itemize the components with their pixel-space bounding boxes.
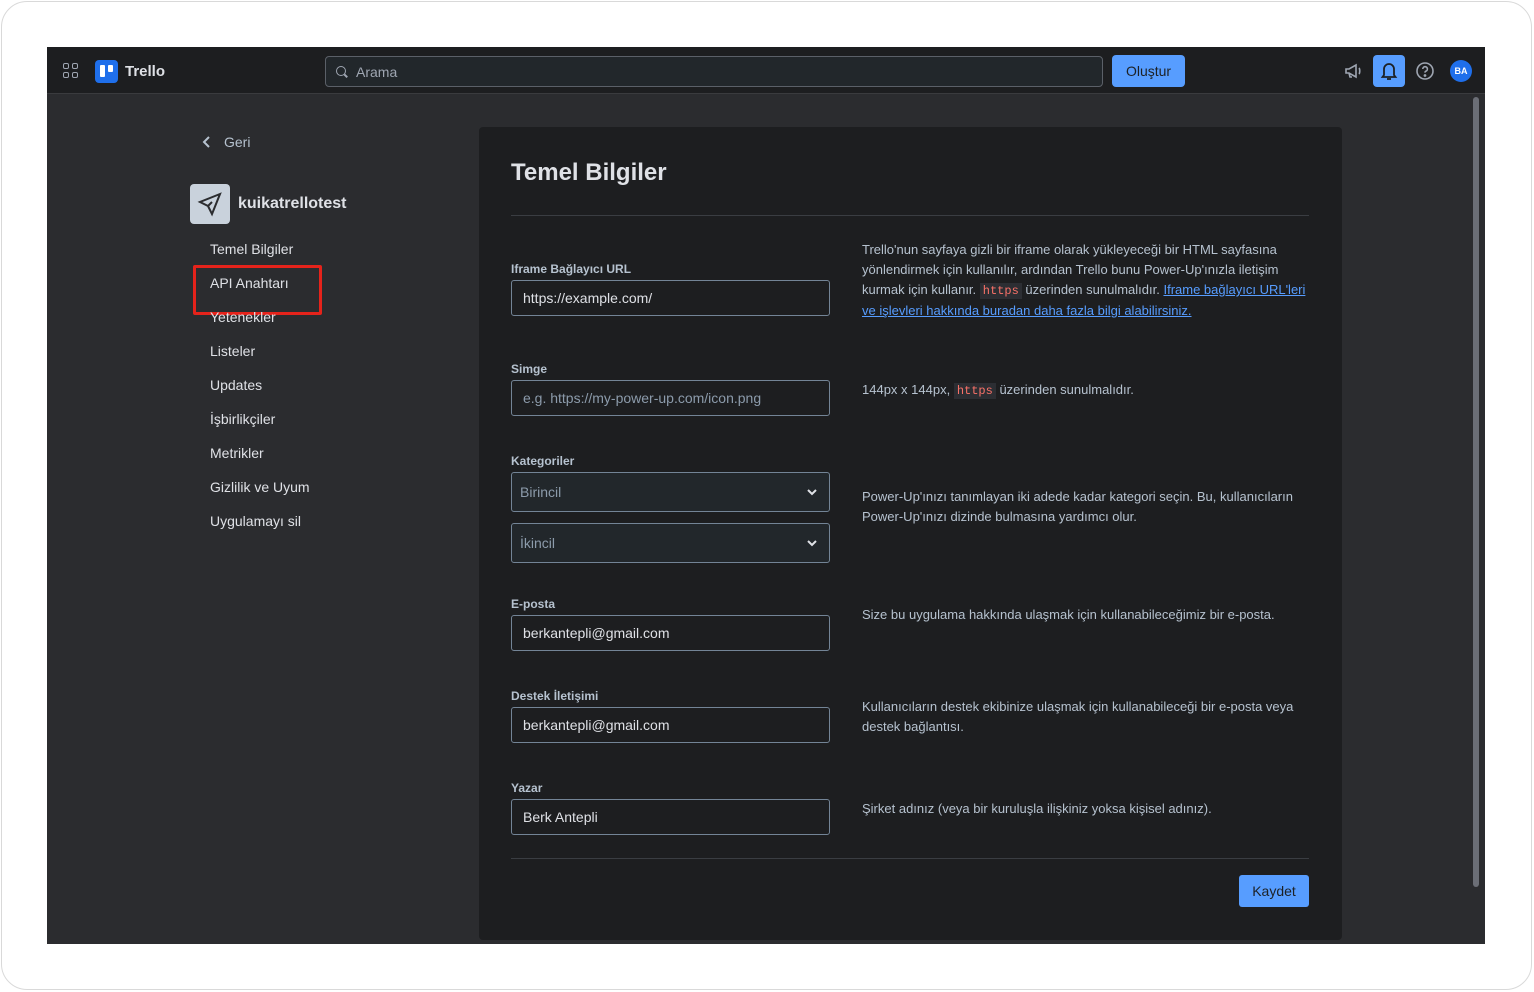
iframe-url-field[interactable] <box>511 280 830 316</box>
trello-app: Trello Oluştur BA Geri <box>47 47 1485 944</box>
sidebar-nav: Temel Bilgiler API Anahtarı Yetenekler L… <box>194 232 314 538</box>
back-label: Geri <box>224 134 251 150</box>
secondary-category-select[interactable]: İkincil <box>511 523 830 563</box>
iframe-url-help: Trello'nun sayfaya gizli bir iframe olar… <box>862 240 1312 321</box>
app-header: kuikatrellotest <box>190 184 346 224</box>
rocket-icon <box>190 184 230 224</box>
email-help: Size bu uygulama hakkında ulaşmak için k… <box>862 607 1275 622</box>
icon-help-code: https <box>953 383 996 399</box>
author-help: Şirket adınız (veya bir kuruluşla ilişki… <box>862 801 1212 816</box>
author-label: Yazar <box>511 781 543 795</box>
logo-text: Trello <box>125 62 166 80</box>
support-contact-label: Destek İletişimi <box>511 689 599 703</box>
email-field[interactable] <box>511 615 830 651</box>
save-button[interactable]: Kaydet <box>1239 875 1309 907</box>
chevron-down-icon <box>807 489 817 496</box>
author-field[interactable] <box>511 799 830 835</box>
search-box[interactable] <box>325 56 1103 87</box>
notifications-button[interactable] <box>1373 55 1405 87</box>
app-name: kuikatrellotest <box>238 195 347 212</box>
search-input[interactable] <box>356 63 1056 80</box>
sidebar-item-privacy[interactable]: Gizlilik ve Uyum <box>194 470 314 504</box>
avatar[interactable]: BA <box>1450 60 1472 82</box>
help-icon[interactable] <box>1413 59 1437 83</box>
iframe-help-suffix: üzerinden sunulmalıdır. <box>1025 282 1160 297</box>
sidebar-item-capabilities[interactable]: Yetenekler <box>194 300 314 334</box>
sidebar-item-basic-info[interactable]: Temel Bilgiler <box>194 232 314 266</box>
primary-category-select[interactable]: Birincil <box>511 472 830 512</box>
iframe-help-code: https <box>979 283 1022 299</box>
icon-help-prefix: 144px x 144px, <box>862 382 951 397</box>
email-label: E-posta <box>511 597 556 611</box>
support-contact-help: Kullanıcıların destek ekibinize ulaşmak … <box>862 699 1294 734</box>
scrollbar[interactable] <box>1473 97 1479 887</box>
bell-icon <box>1380 63 1398 80</box>
top-bar: Trello Oluştur BA <box>47 47 1485 94</box>
categories-help: Power-Up'ınızı tanımlayan iki adede kada… <box>862 489 1293 524</box>
trello-logo-icon <box>95 59 118 83</box>
support-contact-field[interactable] <box>511 707 830 743</box>
megaphone-icon[interactable] <box>1342 59 1366 83</box>
icon-help: 144px x 144px, https üzerinden sunulmalı… <box>862 380 1312 401</box>
icon-url-field[interactable] <box>511 380 830 416</box>
page-title: Temel Bilgiler <box>511 159 667 186</box>
icon-help-suffix: üzerinden sunulmalıdır. <box>999 382 1134 397</box>
icon-label: Simge <box>511 362 548 376</box>
sidebar-item-api-key[interactable]: API Anahtarı <box>194 266 314 300</box>
sidebar-item-delete-app[interactable]: Uygulamayı sil <box>194 504 314 538</box>
chevron-left-icon <box>202 136 210 148</box>
sidebar-item-metrics[interactable]: Metrikler <box>194 436 314 470</box>
divider <box>511 215 1309 216</box>
sidebar-item-updates[interactable]: Updates <box>194 368 314 402</box>
iframe-url-label: Iframe Bağlayıcı URL <box>511 262 632 276</box>
app-switcher-icon[interactable] <box>63 63 79 79</box>
primary-category-value: Birincil <box>520 484 562 500</box>
categories-label: Kategoriler <box>511 454 575 468</box>
back-link[interactable]: Geri <box>202 134 250 150</box>
trello-logo[interactable]: Trello <box>95 59 165 83</box>
settings-panel: Temel Bilgiler Iframe Bağlayıcı URL Trel… <box>479 127 1342 940</box>
search-icon <box>336 65 348 78</box>
create-button[interactable]: Oluştur <box>1112 55 1185 87</box>
chevron-down-icon <box>807 540 817 547</box>
sidebar-item-collaborators[interactable]: İşbirlikçiler <box>194 402 314 436</box>
secondary-category-value: İkincil <box>520 535 556 551</box>
sidebar-item-listings[interactable]: Listeler <box>194 334 314 368</box>
divider <box>511 858 1309 859</box>
